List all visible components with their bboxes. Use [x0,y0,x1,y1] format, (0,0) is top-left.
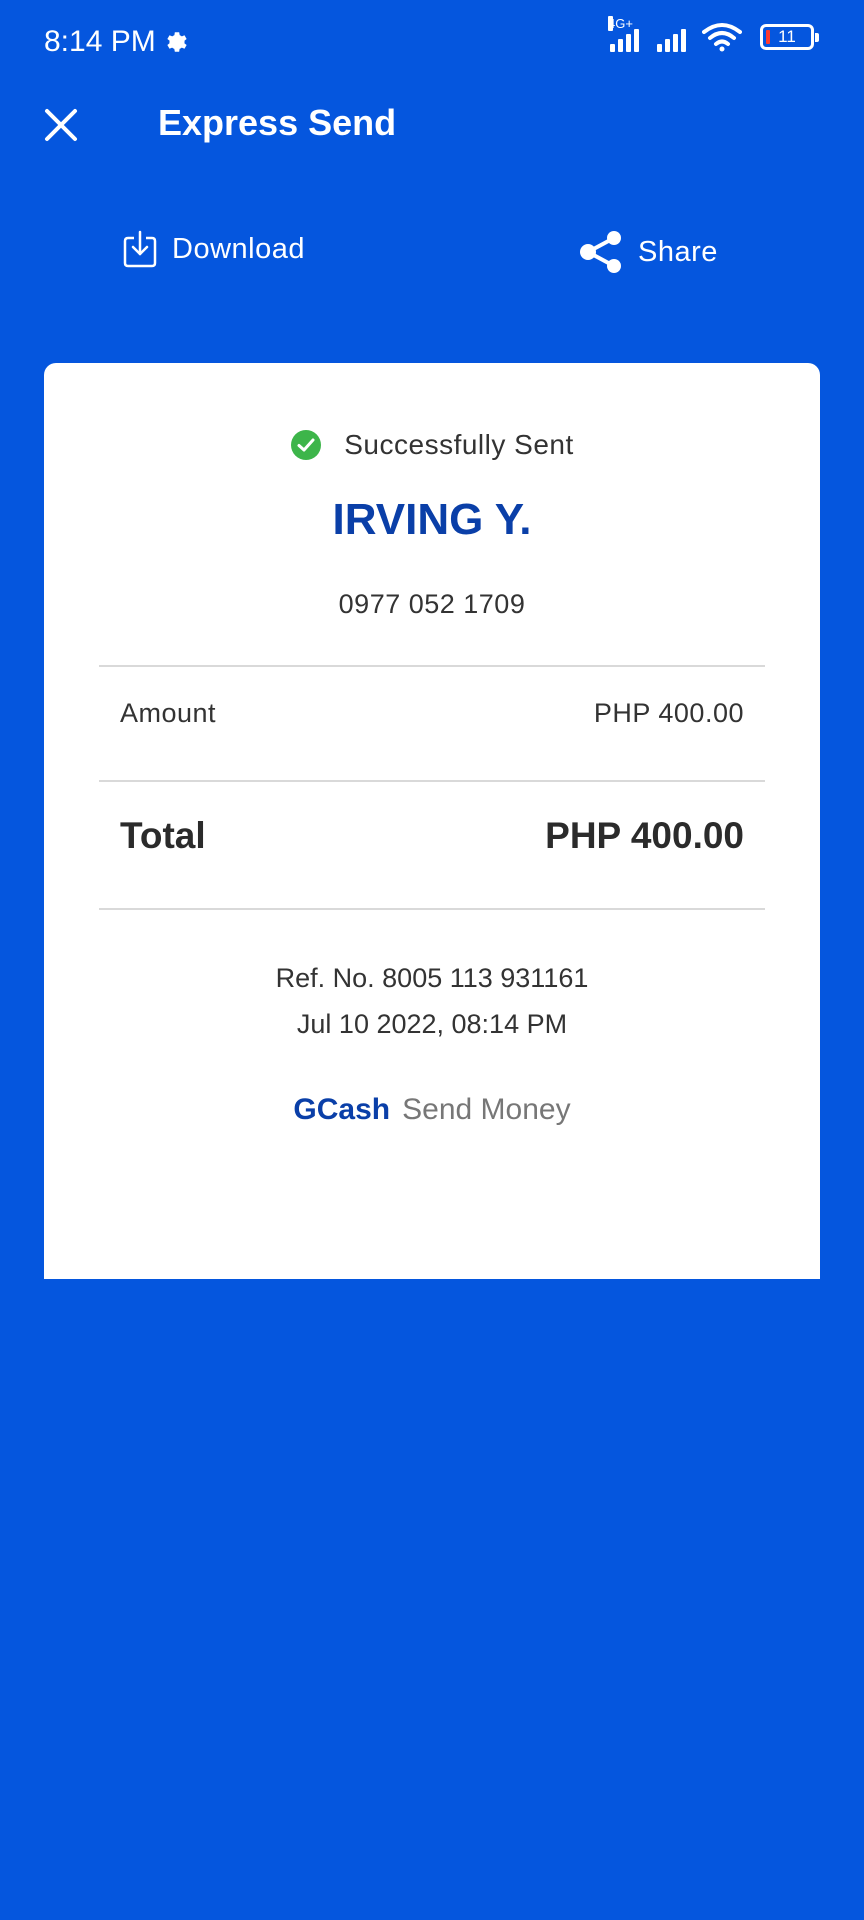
recipient-phone: 0977 052 1709 [338,589,526,619]
brand-subtitle: Send Money [402,1093,571,1126]
battery-low-indicator [766,30,770,44]
reference-number: Ref. No. 8005 113 931161 [275,963,589,993]
total-row: Total PHP 400.00 [120,815,744,857]
network-type-label: 4G+ [608,16,633,31]
recipient-name: IRVING Y. [332,495,532,544]
brand-name: GCash [293,1093,391,1126]
battery-icon: 11 [760,24,819,50]
status-time: 8:14 PM [44,25,156,58]
download-button[interactable]: Download [122,230,305,268]
total-value: PHP 400.00 [545,815,744,856]
amount-row: Amount PHP 400.00 [120,698,744,729]
download-icon [123,230,157,268]
status-bar: 8:14 PM 4G+ 11 [0,0,864,84]
status-row: Successfully Sent [44,429,820,461]
divider [99,908,765,910]
share-label: Share [638,235,718,268]
wifi-icon [702,23,742,52]
status-indicators: 4G+ 11 [608,16,819,52]
close-icon[interactable] [42,106,80,144]
header: Express Send [0,92,864,158]
status-text: Successfully Sent [344,429,574,460]
gear-icon [167,32,187,52]
receipt-zigzag-edge [44,1266,820,1278]
page-title: Express Send [158,102,397,143]
share-icon [580,231,621,273]
signal-icon-2 [657,22,686,52]
signal-icon: 4G+ [608,16,639,52]
share-button[interactable]: Share [578,230,718,274]
total-label: Total [120,815,206,856]
divider [99,780,765,782]
divider [99,665,765,667]
transaction-datetime: Jul 10 2022, 08:14 PM [296,1009,568,1039]
screen: 8:14 PM 4G+ 11 Express Send Download Sha… [0,0,864,1920]
brand-footer: GCash Send Money [44,1093,820,1127]
amount-value: PHP 400.00 [593,698,744,728]
check-circle-icon [291,430,322,460]
amount-label: Amount [120,698,217,728]
download-label: Download [172,232,305,265]
receipt-card: Successfully Sent IRVING Y. 0977 052 170… [44,363,820,1279]
battery-level: 11 [778,27,796,46]
reference-block: Ref. No. 8005 113 931161 Jul 10 2022, 08… [44,955,820,1047]
